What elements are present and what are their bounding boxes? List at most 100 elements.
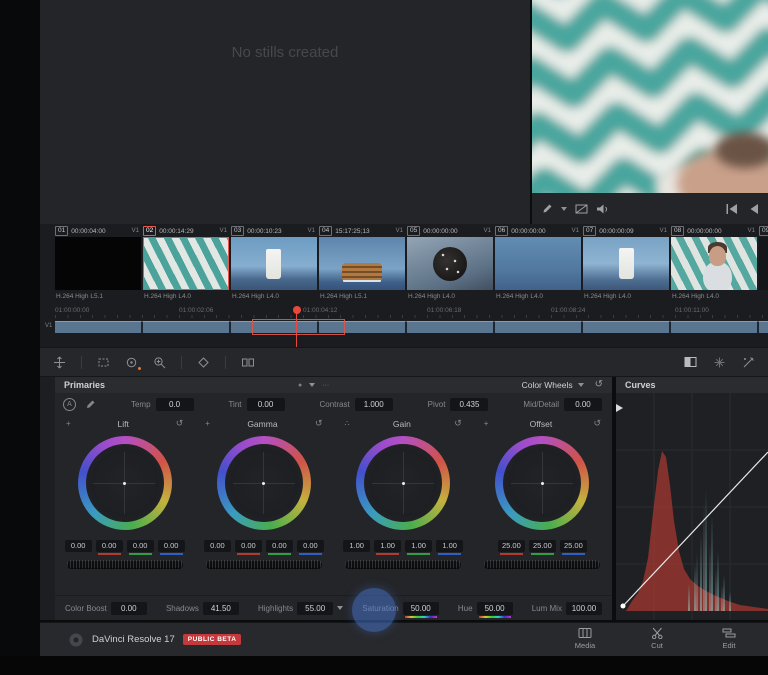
- lum-mix-label: Lum Mix: [531, 603, 562, 613]
- timeline-clip[interactable]: 04 15:17:25;13 V1 H.264 High L5.1: [319, 225, 405, 305]
- gamma-master-wheel[interactable]: [205, 560, 322, 569]
- gain-master-value[interactable]: 1.00: [343, 540, 371, 552]
- page-tab-edit[interactable]: Edit: [707, 627, 751, 650]
- clip-thumbnail[interactable]: [231, 237, 317, 290]
- curve-point[interactable]: [620, 603, 626, 609]
- gamma-master-value[interactable]: 0.00: [203, 540, 231, 552]
- wb-picker-icon[interactable]: [85, 399, 96, 410]
- timeline-clip[interactable]: 06 00:00:00:00 V1 H.264 High L4.0: [495, 225, 581, 305]
- gamma-green-value[interactable]: 0.00: [265, 540, 293, 555]
- shadows-value[interactable]: 41.50: [202, 601, 239, 615]
- lift-master-wheel[interactable]: [66, 560, 183, 569]
- timeline-clip[interactable]: 08 00:00:00:00 V1 H.264 High L4.0: [671, 225, 757, 305]
- wheel-mode-select[interactable]: Color Wheels: [522, 380, 584, 390]
- pan-icon[interactable]: [53, 356, 66, 369]
- gain-wheel[interactable]: [356, 436, 451, 530]
- gain-red-value[interactable]: 1.00: [374, 540, 402, 555]
- lift-master-value[interactable]: 0.00: [64, 540, 92, 552]
- page-tab-cut[interactable]: Cut: [635, 627, 679, 650]
- gamma-reset-icon[interactable]: ↺: [315, 419, 323, 428]
- wipe-icon[interactable]: [575, 203, 588, 215]
- offset-red-value[interactable]: 25.00: [497, 540, 525, 555]
- mid-detail-value[interactable]: 0.00: [563, 397, 602, 411]
- clip-thumbnail[interactable]: [407, 237, 493, 290]
- clip-thumbnail[interactable]: [143, 237, 229, 290]
- offset-reset-icon[interactable]: ↺: [593, 419, 601, 428]
- pager-chevron[interactable]: [309, 383, 316, 387]
- timeline-clip-strip: 01 00:00:04:00 V1 H.264 High L5.1 02 00:…: [55, 225, 768, 305]
- gamma-wheel[interactable]: [216, 436, 311, 530]
- temp-value[interactable]: 0.0: [155, 397, 194, 411]
- playhead[interactable]: [292, 306, 301, 347]
- offset-master-wheel[interactable]: [484, 560, 601, 569]
- offset-green-value[interactable]: 25.00: [528, 540, 556, 555]
- video-track-bar[interactable]: [55, 321, 768, 333]
- clip-thumbnail[interactable]: [495, 237, 581, 290]
- gain-master-wheel[interactable]: [345, 560, 462, 569]
- panel-pager[interactable]: ● ···: [298, 377, 329, 393]
- lum-mix-value[interactable]: 100.00: [565, 601, 602, 615]
- color-boost-value[interactable]: 0.00: [110, 601, 147, 615]
- gain-blue-value[interactable]: 1.00: [436, 540, 464, 555]
- curves-graph[interactable]: [616, 393, 768, 620]
- saturation-value[interactable]: 50.00: [402, 601, 439, 618]
- lift-green-value[interactable]: 0.00: [126, 540, 154, 555]
- clip-thumbnail[interactable]: [319, 237, 405, 290]
- lightbox-icon[interactable]: [241, 356, 255, 369]
- auto-balance-icon[interactable]: A: [63, 397, 76, 411]
- clip-thumbnail[interactable]: [759, 237, 768, 290]
- selected-clip-segment[interactable]: [252, 319, 345, 335]
- timeline-ruler[interactable]: 01:00:00:00 01:00:02:06 01:00:04:12 01:0…: [55, 307, 768, 318]
- lift-label: Lift: [117, 418, 129, 429]
- lift-blue-value[interactable]: 0.00: [157, 540, 185, 555]
- clip-thumbnail[interactable]: [671, 237, 757, 290]
- pager-more-icon[interactable]: ···: [322, 382, 329, 389]
- pivot-value[interactable]: 0.435: [450, 397, 489, 411]
- pager-dot[interactable]: ●: [298, 382, 302, 389]
- highlight-icon[interactable]: [713, 356, 726, 369]
- gain-reset-icon[interactable]: ↺: [454, 419, 462, 428]
- clip-timecode: 00:00:04:00: [71, 227, 106, 235]
- lift-reset-icon[interactable]: ↺: [176, 419, 184, 428]
- clip-codec: H.264 High L4.0: [584, 293, 631, 300]
- clip-thumbnail[interactable]: [55, 237, 141, 290]
- keyframe-icon[interactable]: [197, 356, 210, 369]
- magic-mask-icon[interactable]: [742, 356, 755, 369]
- page-tab-media[interactable]: Media: [563, 627, 607, 650]
- skip-to-start-icon[interactable]: [725, 203, 738, 215]
- timeline-clip[interactable]: 03 00:00:10:23 V1 H.264 High L4.0: [231, 225, 317, 305]
- gallery-empty-text: No stills created: [231, 44, 339, 61]
- lift-wheel[interactable]: [77, 436, 172, 530]
- wipe-compare-icon[interactable]: [684, 356, 697, 368]
- gain-green-value[interactable]: 1.00: [405, 540, 433, 555]
- timeline-clip[interactable]: 09: [759, 225, 768, 305]
- gamma-red-value[interactable]: 0.00: [234, 540, 262, 555]
- gamma-blue-value[interactable]: 0.00: [296, 540, 324, 555]
- transform-icon[interactable]: [97, 356, 110, 369]
- highlights-value[interactable]: 55.00: [297, 601, 334, 615]
- tint-value[interactable]: 0.00: [246, 397, 285, 411]
- hue-value[interactable]: 50.00: [476, 601, 513, 618]
- offset-wheel[interactable]: [495, 436, 590, 530]
- timeline-target-icon[interactable]: [125, 356, 141, 370]
- primaries-reset-icon[interactable]: ↺: [595, 380, 603, 390]
- speaker-icon[interactable]: [596, 203, 609, 215]
- timeline-clip[interactable]: 01 00:00:04:00 V1 H.264 High L5.1: [55, 225, 141, 305]
- offset-blue-value[interactable]: 25.00: [559, 540, 587, 555]
- viewer[interactable]: [532, 0, 768, 193]
- color-wheels-row: + Lift ↺ 0.00 0.00 0.00 0.00 + Gamma ↺ 0…: [55, 415, 612, 569]
- davinci-logo: [69, 633, 83, 646]
- contrast-value[interactable]: 1.000: [354, 397, 393, 411]
- clip-header: 05 00:00:00:00 V1: [407, 225, 493, 237]
- stills-gallery[interactable]: No stills created: [40, 0, 530, 224]
- timeline-clip[interactable]: 02 00:00:14:29 V1 H.264 High L4.0: [143, 225, 229, 305]
- step-back-icon[interactable]: [749, 203, 759, 215]
- clip-thumbnail[interactable]: [583, 237, 669, 290]
- picker-dropdown-chevron[interactable]: [561, 206, 567, 211]
- timeline-clip[interactable]: 05 00:00:00:00 V1 H.264 High L4.0: [407, 225, 493, 305]
- color-picker-icon[interactable]: [541, 203, 553, 215]
- highlights-dropdown-chevron[interactable]: [337, 606, 344, 610]
- zoom-plus-icon[interactable]: [153, 356, 166, 369]
- lift-red-value[interactable]: 0.00: [95, 540, 123, 555]
- timeline-clip[interactable]: 07 00:00:00:09 V1 H.264 High L4.0: [583, 225, 669, 305]
